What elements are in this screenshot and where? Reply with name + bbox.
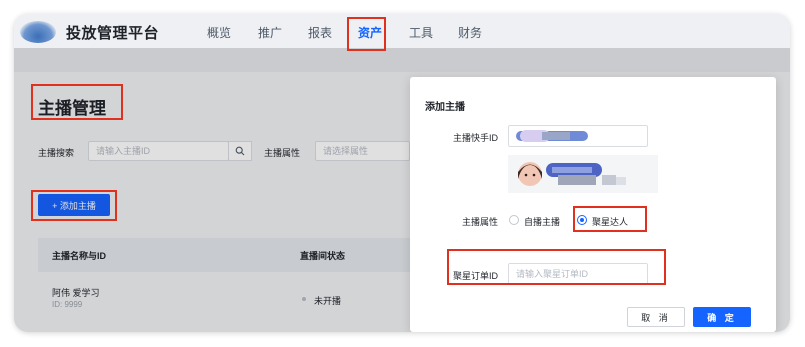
dialog-title: 添加主播: [425, 102, 465, 113]
redacted-id-value: [516, 130, 588, 142]
nav-finance[interactable]: 财务: [458, 24, 482, 41]
kuaishou-id-input[interactable]: [508, 125, 648, 147]
annotation-box-order-id: [447, 249, 666, 285]
annotation-box-radio: [573, 206, 647, 232]
cancel-button[interactable]: 取 消: [627, 307, 685, 327]
radio-self-broadcast-label[interactable]: 自播主播: [524, 215, 560, 228]
annotation-box-add-button: [31, 190, 117, 221]
nav-tools[interactable]: 工具: [409, 24, 433, 41]
nav-overview[interactable]: 概览: [207, 24, 231, 41]
kuaishou-id-label: 主播快手ID: [452, 133, 498, 143]
nav-reports[interactable]: 报表: [308, 24, 332, 41]
app-window: 投放管理平台 概览 推广 报表 资产 工具 财务 主播管理 主播搜索 请输入主播…: [14, 14, 790, 332]
streamer-avatar: [518, 162, 626, 186]
confirm-button[interactable]: 确 定: [693, 307, 751, 327]
annotation-box-title: [31, 84, 123, 120]
add-streamer-dialog: 添加主播 主播快手ID 主播属性 自播主播 聚星达人 聚星订单ID 请输入聚星订…: [410, 77, 776, 332]
top-navigation-bar: 投放管理平台 概览 推广 报表 资产 工具 财务: [14, 14, 790, 48]
streamer-preview-card: [508, 155, 658, 193]
annotation-box-assets: [347, 17, 386, 51]
brand-title: 投放管理平台: [66, 25, 160, 42]
radio-self-broadcast[interactable]: [509, 215, 519, 225]
nav-promotion[interactable]: 推广: [258, 24, 282, 41]
attribute-label-dialog: 主播属性: [461, 217, 498, 227]
brand-logo: [20, 21, 56, 43]
